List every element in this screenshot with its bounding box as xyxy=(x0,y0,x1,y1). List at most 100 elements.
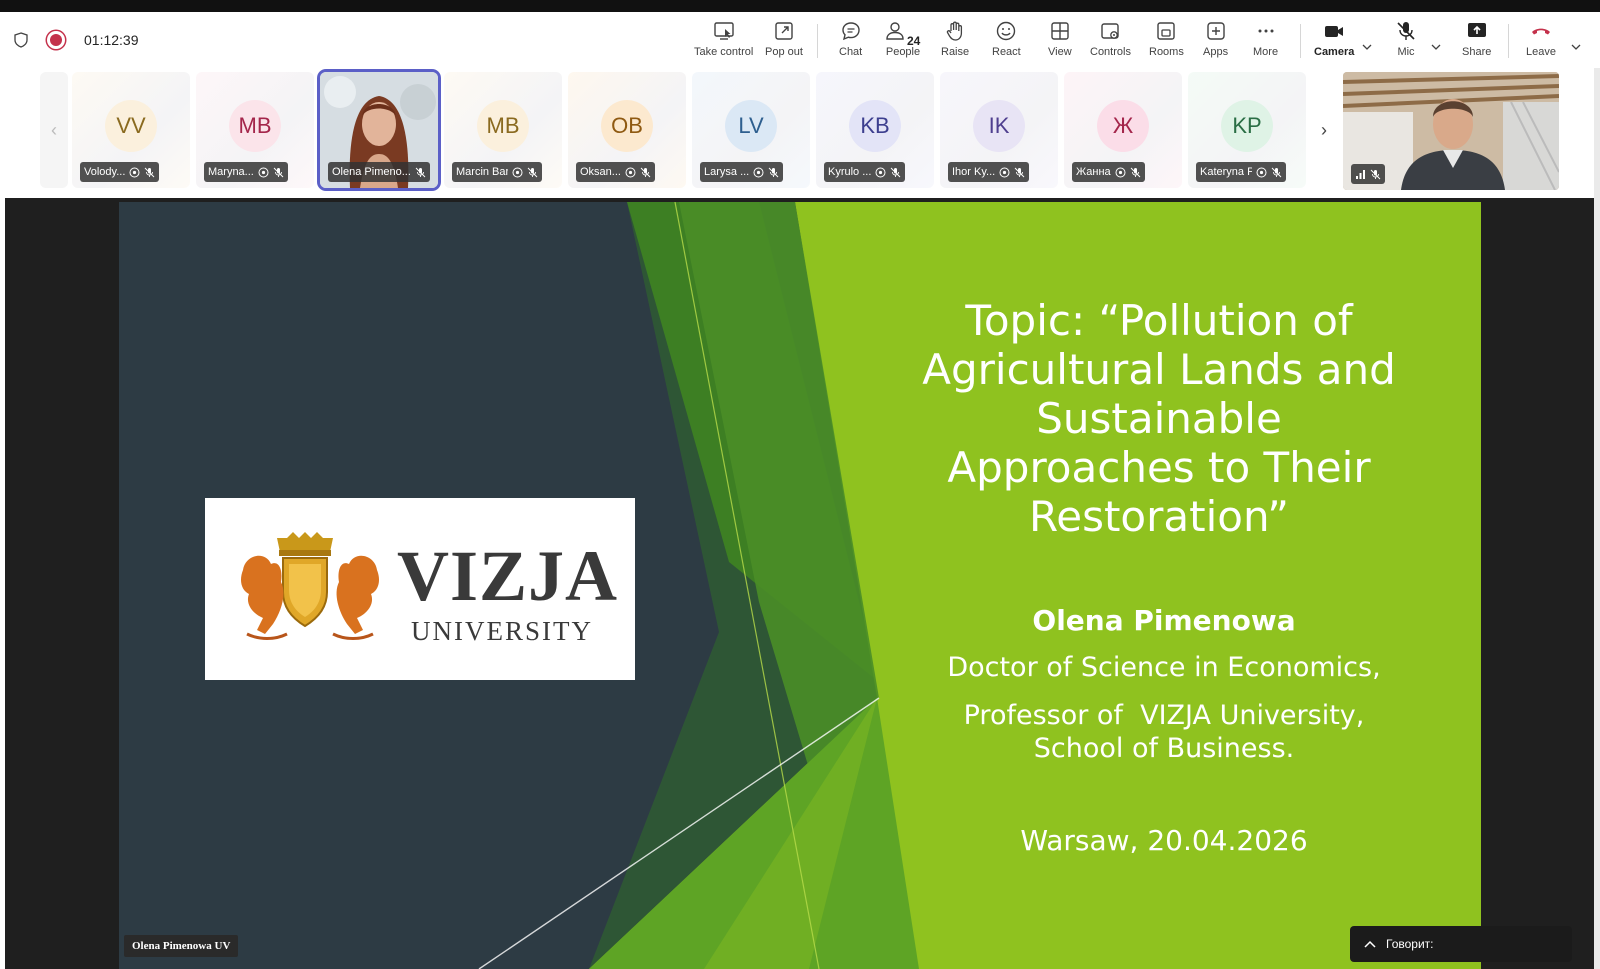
meeting-toolbar: 01:12:39 Take control Pop out Chat 24 Pe… xyxy=(0,12,1600,68)
slide-title: Topic: “Pollution of Agricultural Lands … xyxy=(922,296,1396,541)
participant-tile[interactable]: Ж Жанна xyxy=(1064,72,1182,188)
self-video-preview[interactable] xyxy=(1343,72,1559,190)
rooms-button[interactable]: Rooms xyxy=(1149,20,1184,66)
participant-tile[interactable]: KP Kateryna P... xyxy=(1188,72,1306,188)
speaking-indicator[interactable]: Говорит: xyxy=(1350,926,1572,962)
hand-raised-icon xyxy=(625,167,636,177)
participant-avatar: IK xyxy=(973,100,1025,152)
participant-name-label: Larysa ... xyxy=(700,162,784,182)
hand-icon xyxy=(946,21,963,41)
hand-raised-icon xyxy=(753,167,764,177)
mic-muted-icon xyxy=(527,167,538,177)
slide-degree: Doctor of Science in Economics, xyxy=(947,652,1381,683)
mic-muted-icon xyxy=(891,167,901,177)
raise-hand-button[interactable]: Raise xyxy=(941,20,969,66)
chat-button[interactable]: Chat xyxy=(839,20,862,66)
smiley-icon xyxy=(997,21,1016,41)
shield-icon xyxy=(14,32,28,48)
mic-label: Mic xyxy=(1397,46,1415,58)
camera-options-chevron-down-icon[interactable] xyxy=(1362,42,1372,52)
view-button[interactable]: View xyxy=(1048,20,1072,66)
mic-muted-icon xyxy=(1370,169,1381,179)
participant-name-label: Olena Pimeno... xyxy=(328,162,430,182)
participant-name-label: Marcin Bar... xyxy=(452,162,542,182)
more-label: More xyxy=(1253,46,1279,58)
logo-subtitle: UNIVERSITY xyxy=(411,616,593,646)
top-system-bar xyxy=(0,0,1600,12)
slide-position-line2: School of Business. xyxy=(1033,733,1295,764)
slide-author: Olena Pimenowa xyxy=(1032,604,1296,637)
signal-bars-icon xyxy=(1356,169,1365,179)
participant-avatar: MB xyxy=(229,100,281,152)
share-button[interactable]: Share xyxy=(1462,20,1491,66)
view-label: View xyxy=(1048,46,1072,58)
mic-muted-icon xyxy=(1397,22,1415,40)
meeting-timer: 01:12:39 xyxy=(84,32,139,48)
participant-tile[interactable]: KB Kyrulo ... xyxy=(816,72,934,188)
strip-previous-button[interactable]: ‹ xyxy=(40,72,68,188)
logo-wordmark: VIZJA xyxy=(397,536,619,616)
slide-place-date: Warsaw, 20.04.2026 xyxy=(1020,824,1308,857)
raise-label: Raise xyxy=(941,46,970,58)
more-button[interactable]: More xyxy=(1253,20,1278,66)
pop-out-button[interactable]: Pop out xyxy=(765,20,803,66)
shared-content-stage: VIZJA UNIVERSITY Topic: “Pollution of Ag… xyxy=(5,198,1595,969)
take-control-label: Take control xyxy=(694,46,754,58)
participant-name: Marcin Bar... xyxy=(456,166,508,178)
participant-avatar: KP xyxy=(1221,100,1273,152)
leave-button[interactable]: Leave xyxy=(1526,20,1556,66)
chat-label: Chat xyxy=(839,46,863,58)
mic-muted-icon xyxy=(273,167,284,177)
participant-tile[interactable]: IK Ihor Ky... xyxy=(940,72,1058,188)
camera-button[interactable]: Camera xyxy=(1314,20,1354,66)
participant-name-label: Volody... xyxy=(80,162,160,182)
more-dots-icon xyxy=(1258,29,1274,33)
controls-button[interactable]: Controls xyxy=(1090,20,1131,66)
apps-button[interactable]: Apps xyxy=(1203,20,1228,66)
participant-name: Oksan... xyxy=(580,166,621,178)
people-button[interactable]: 24 People xyxy=(883,20,923,66)
hand-raised-icon xyxy=(1115,167,1126,177)
controls-label: Controls xyxy=(1090,46,1131,58)
hand-raised-icon xyxy=(258,167,269,177)
participant-tile[interactable]: MB Marcin Bar... xyxy=(444,72,562,188)
participant-tile[interactable]: LV Larysa ... xyxy=(692,72,810,188)
mic-button[interactable]: Mic xyxy=(1395,20,1417,66)
participant-avatar: LV xyxy=(725,100,777,152)
participant-tile[interactable]: VV Volody... xyxy=(72,72,190,188)
hand-raised-icon xyxy=(512,167,523,177)
participant-name: Volody... xyxy=(84,166,126,178)
camera-icon xyxy=(1325,26,1344,37)
presenter-name-tag: Olena Pimenowa UV xyxy=(124,935,239,957)
strip-next-button[interactable]: › xyxy=(1310,72,1338,188)
mic-options-chevron-down-icon[interactable] xyxy=(1431,42,1441,52)
participant-tile[interactable]: OB Oksan... xyxy=(568,72,686,188)
participant-name-label: Maryna... xyxy=(204,162,288,182)
vizja-university-logo: VIZJA UNIVERSITY xyxy=(205,498,635,680)
share-screen-icon xyxy=(1467,23,1486,37)
leave-label: Leave xyxy=(1526,46,1556,58)
participant-name: Larysa ... xyxy=(704,166,750,178)
participant-avatar: Ж xyxy=(1097,100,1149,152)
leave-options-chevron-down-icon[interactable] xyxy=(1571,42,1581,52)
react-button[interactable]: React xyxy=(992,20,1021,66)
hand-raised-icon xyxy=(1256,167,1267,177)
participant-avatar: VV xyxy=(105,100,157,152)
take-control-button[interactable]: Take control xyxy=(694,20,753,66)
toolbar-divider xyxy=(1508,24,1509,58)
meeting-info: 01:12:39 xyxy=(14,12,139,68)
participant-tile[interactable]: Olena Pimeno... xyxy=(320,72,438,188)
toolbar-divider xyxy=(1300,24,1301,58)
hand-raised-icon xyxy=(875,167,886,177)
mic-muted-icon xyxy=(415,167,426,177)
window-edge xyxy=(1594,68,1600,969)
participant-name-label: Kateryna P... xyxy=(1196,162,1286,182)
mic-muted-icon xyxy=(1014,167,1025,177)
participant-tile[interactable]: MB Maryna... xyxy=(196,72,314,188)
people-icon xyxy=(886,22,904,40)
hand-raised-icon xyxy=(999,167,1010,177)
participant-name: Жанна xyxy=(1076,166,1111,178)
rooms-icon xyxy=(1157,22,1176,40)
mic-muted-icon xyxy=(768,167,779,177)
mic-muted-icon xyxy=(145,167,155,177)
